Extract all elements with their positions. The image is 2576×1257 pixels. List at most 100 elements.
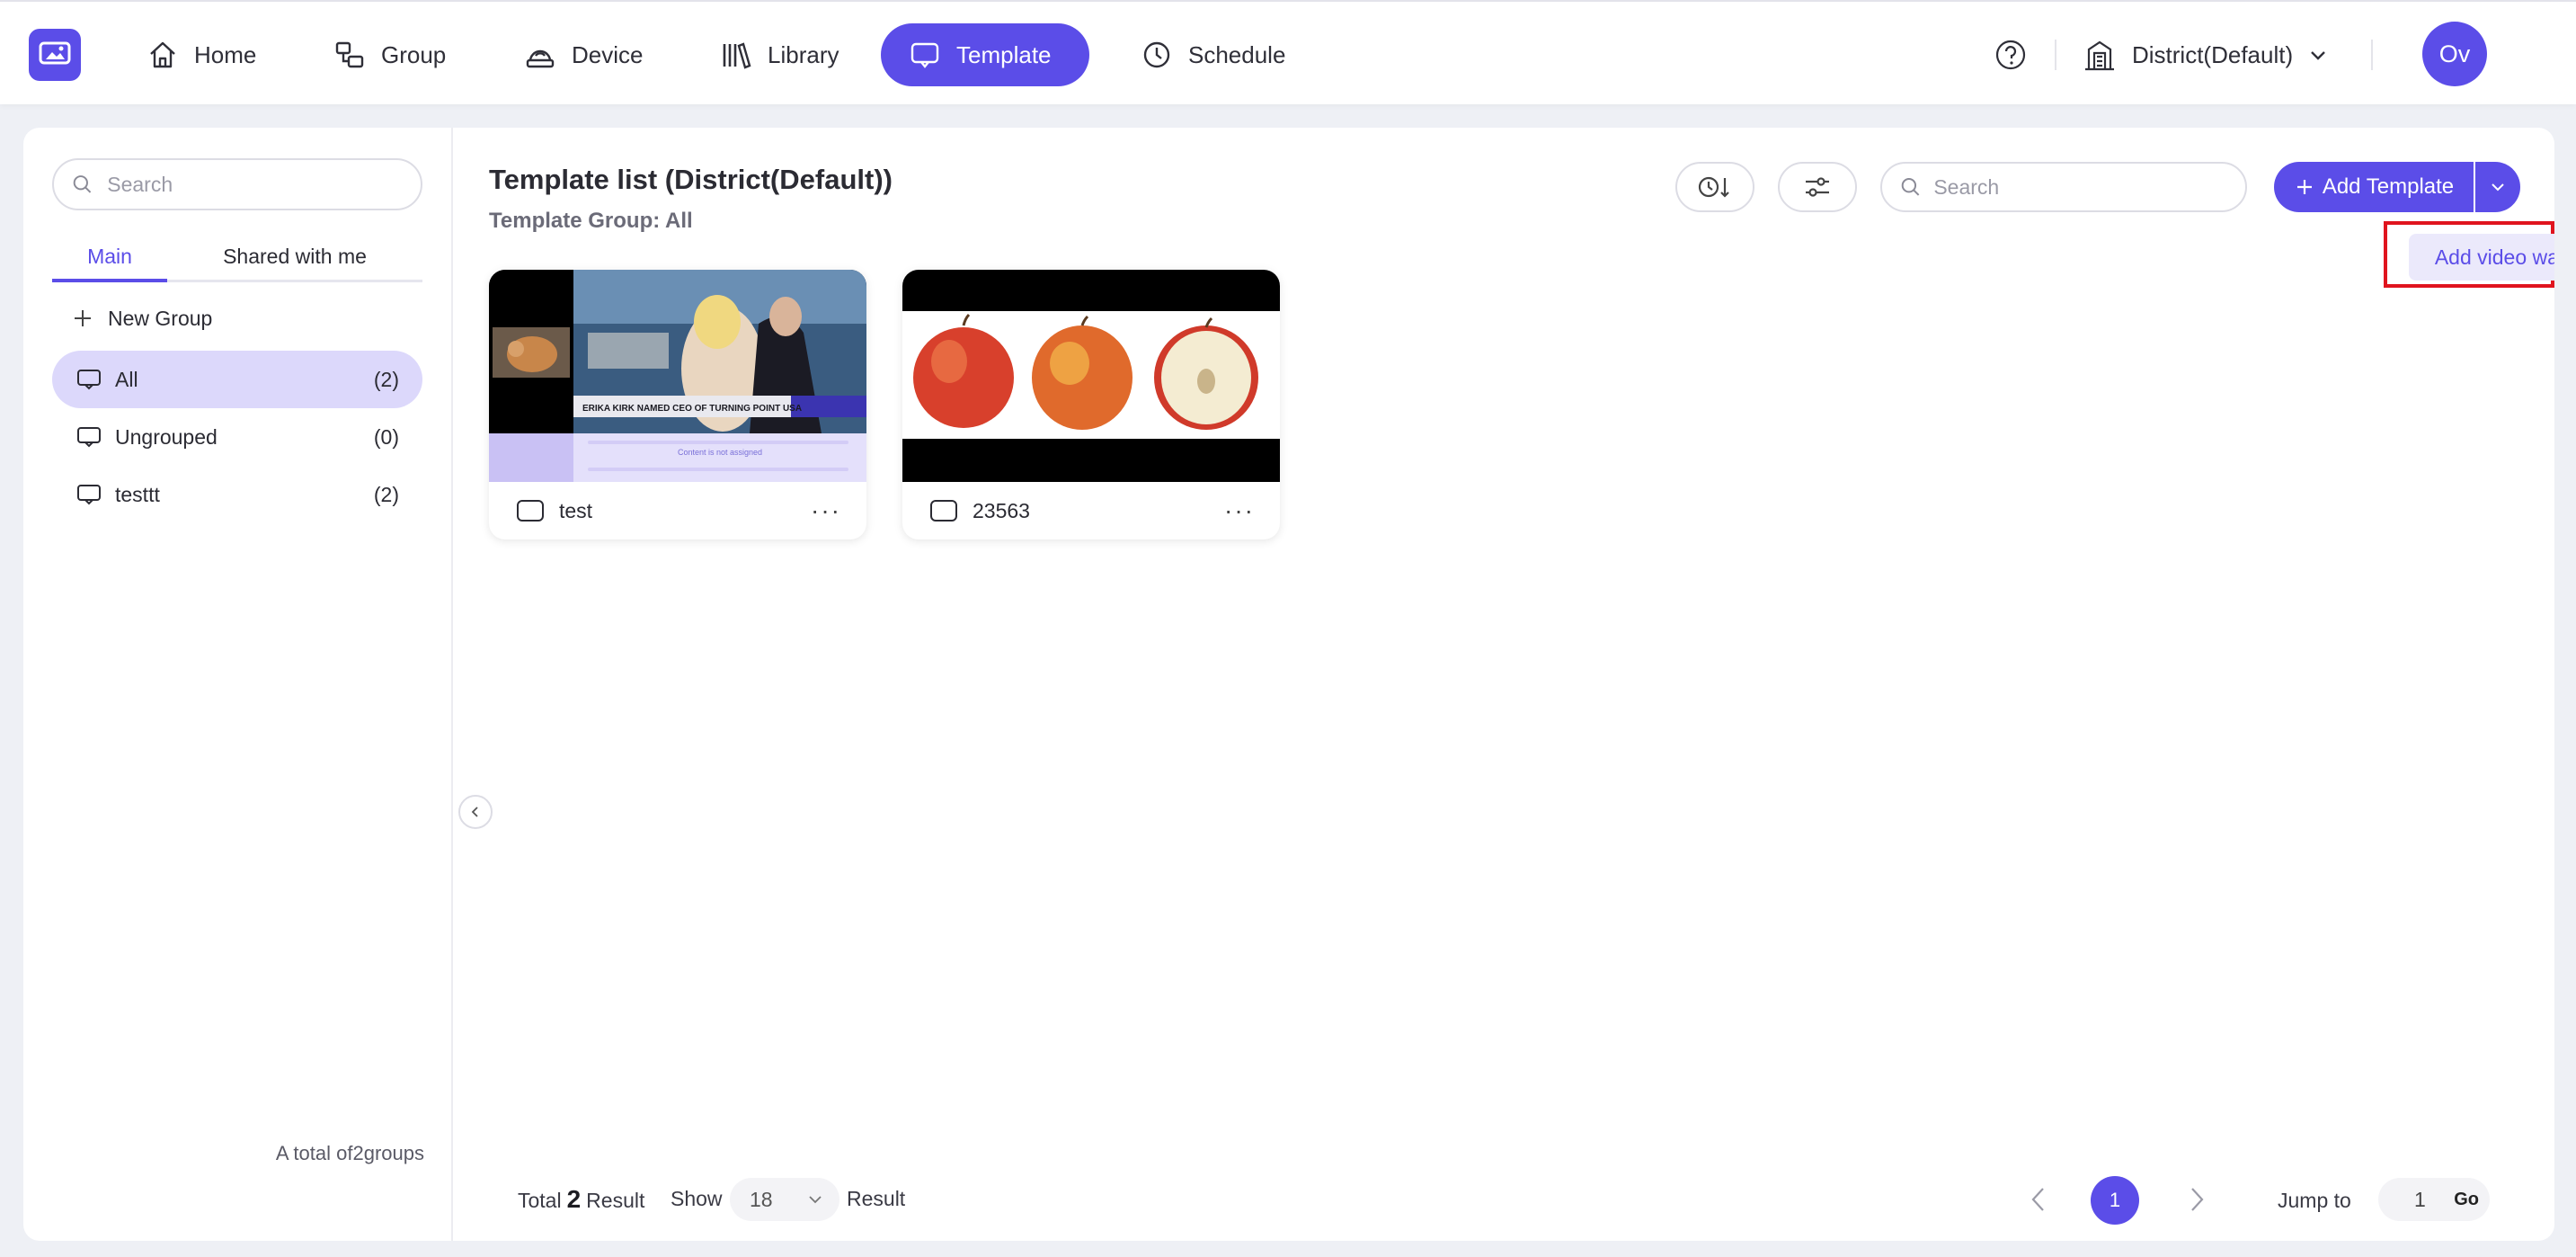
nav-device-label: Device [572, 40, 644, 68]
add-template-button[interactable]: Add Template [2274, 162, 2474, 212]
template-thumbnail[interactable]: ERIKA KIRK NAMED CEO OF TURNING POINT US… [489, 270, 866, 482]
device-icon [526, 49, 555, 68]
nav-template[interactable]: Template [881, 23, 1089, 86]
show-result-label: Result [847, 1187, 906, 1210]
app-logo[interactable] [29, 29, 81, 81]
template-group-icon [77, 370, 101, 390]
sort-time-icon [1698, 176, 1729, 198]
groups-total-prefix: A total of [275, 1142, 353, 1164]
search-icon [73, 175, 92, 193]
groups-total-suffix: groups [363, 1142, 424, 1164]
home-icon [150, 41, 175, 68]
template-icon [910, 42, 939, 68]
group-item-all[interactable]: All (2) [52, 351, 422, 408]
jump-to-label: Jump to [2278, 1189, 2351, 1212]
template-card-23563[interactable]: 23563 ··· [902, 270, 1280, 539]
jump-to-input[interactable]: 1 Go [2378, 1178, 2490, 1221]
result-label: Result [586, 1189, 645, 1212]
sort-button[interactable] [1675, 162, 1754, 212]
prev-page-button[interactable] [2019, 1180, 2058, 1219]
template-card-footer: test ··· [489, 482, 866, 539]
chevron-down-icon [2311, 51, 2325, 60]
user-avatar[interactable]: Ov [2422, 22, 2487, 86]
nav-schedule-label: Schedule [1188, 40, 1286, 68]
chevron-down-icon [809, 1196, 822, 1204]
page-subtitle: Template Group: All [489, 209, 693, 233]
sidebar-tabs: Main Shared with me [52, 237, 422, 282]
nav-home[interactable]: Home [119, 23, 283, 86]
group-sidebar: Main Shared with me New Group All (2) Un… [23, 128, 453, 1241]
group-icon [335, 41, 364, 68]
library-icon [723, 42, 751, 69]
district-selector[interactable]: District(Default) [2082, 32, 2329, 77]
new-group-button[interactable]: New Group [72, 300, 212, 336]
filter-sliders-icon [1806, 177, 1829, 197]
jump-to-value[interactable]: 1 [2414, 1188, 2426, 1212]
nav-device[interactable]: Device [496, 23, 670, 86]
plus-icon [2296, 180, 2312, 194]
nav-group[interactable]: Group [306, 23, 473, 86]
chevron-left-icon [2031, 1188, 2044, 1211]
filter-button[interactable] [1778, 162, 1857, 212]
go-button[interactable]: Go [2454, 1190, 2479, 1210]
template-name: test [559, 498, 593, 522]
template-thumbnail[interactable] [902, 270, 1280, 482]
groups-total: A total of2groups [276, 1142, 424, 1165]
group-item-testtt[interactable]: testtt (2) [52, 466, 422, 523]
group-name: All [115, 367, 138, 391]
template-name: 23563 [973, 498, 1030, 522]
collapse-sidebar-button[interactable] [458, 795, 493, 829]
page-size-select[interactable]: 18 [730, 1178, 839, 1221]
tab-shared-with-me[interactable]: Shared with me [167, 237, 422, 282]
add-template-dropdown: Add video wall [2384, 221, 2554, 288]
content-panel: Main Shared with me New Group All (2) Un… [23, 128, 2554, 1241]
more-options-icon[interactable]: ··· [811, 496, 841, 525]
group-count: (0) [373, 424, 399, 449]
district-label: District(Default) [2132, 40, 2294, 68]
clock-icon [1143, 41, 1170, 68]
tab-main[interactable]: Main [52, 237, 167, 282]
thumbnail-headline: ERIKA KIRK NAMED CEO OF TURNING POINT US… [582, 404, 802, 414]
nav-schedule[interactable]: Schedule [1113, 23, 1312, 86]
divider [2371, 40, 2373, 70]
template-search-input[interactable] [1933, 174, 2227, 200]
add-video-wall-option[interactable]: Add video wall [2409, 234, 2554, 281]
group-item-ungrouped[interactable]: Ungrouped (0) [52, 408, 422, 466]
new-group-label: New Group [108, 306, 213, 330]
template-card-footer: 23563 ··· [902, 482, 1280, 539]
groups-total-count: 2 [352, 1142, 364, 1164]
template-icon [930, 500, 957, 522]
total-count: 2 [566, 1185, 582, 1213]
sidebar-search[interactable] [52, 158, 422, 210]
template-group-icon [77, 485, 101, 505]
nav-group-label: Group [381, 40, 447, 68]
chevron-right-icon [2191, 1188, 2204, 1211]
thumbnail-image [902, 270, 1280, 482]
top-nav-bar: Home Group Device Library Template Sched… [0, 0, 2576, 104]
nav-library[interactable]: Library [692, 23, 866, 86]
chevron-left-icon [471, 807, 478, 817]
page-title: Template list (District(Default)) [489, 164, 893, 195]
template-card-test[interactable]: ERIKA KIRK NAMED CEO OF TURNING POINT US… [489, 270, 866, 539]
building-icon [2085, 40, 2114, 71]
nav-home-label: Home [194, 40, 257, 68]
chevron-down-icon [2492, 183, 2504, 192]
thumbnail-unassigned-text: Content is not assigned [678, 448, 762, 457]
page-number-current[interactable]: 1 [2091, 1176, 2139, 1225]
group-name: Ungrouped [115, 424, 218, 449]
add-template-dropdown-toggle[interactable] [2475, 162, 2520, 212]
sidebar-search-input[interactable] [107, 172, 403, 197]
show-label: Show [671, 1187, 723, 1210]
template-icon [517, 500, 544, 522]
plus-icon [75, 310, 91, 326]
help-icon[interactable] [1994, 38, 2028, 72]
next-page-button[interactable] [2177, 1180, 2216, 1219]
nav-library-label: Library [768, 40, 839, 68]
total-label: Total [518, 1189, 562, 1212]
group-count: (2) [373, 367, 399, 391]
template-group-icon [77, 427, 101, 448]
more-options-icon[interactable]: ··· [1224, 496, 1255, 525]
template-search[interactable] [1880, 162, 2247, 212]
divider [2055, 40, 2056, 70]
nav-template-label: Template [956, 40, 1052, 68]
